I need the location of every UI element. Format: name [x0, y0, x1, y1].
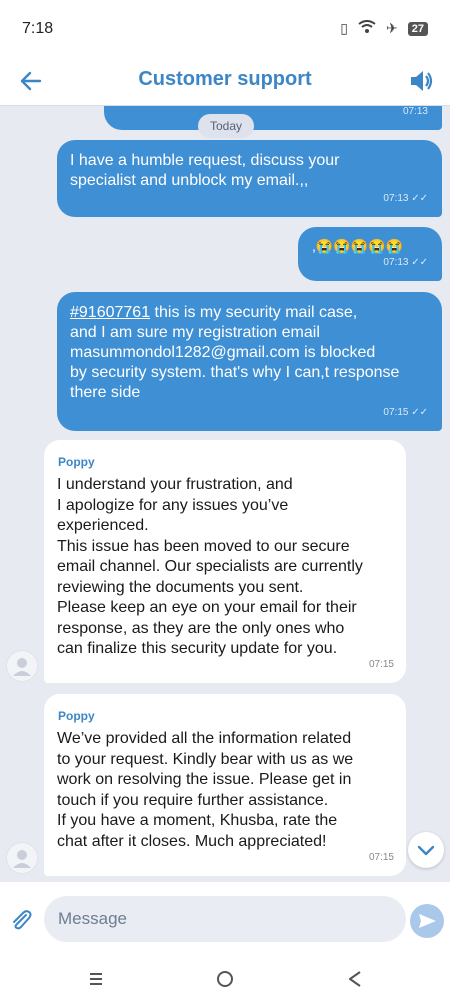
wifi-icon — [358, 20, 376, 37]
system-nav-bar — [0, 958, 450, 1000]
double-check-icon: ✓✓ — [411, 407, 428, 418]
status-time: 7:18 — [22, 20, 54, 37]
app-bar: Customer support — [0, 56, 450, 106]
message-text: #91607761 this is my security mail case,… — [70, 304, 400, 401]
message-text: We’ve provided all the information relat… — [57, 730, 354, 850]
message-time: 07:15 — [368, 658, 394, 670]
message-time: 07:13 — [402, 106, 428, 117]
message-bubble-incoming[interactable]: Poppy I understand your frustration, and… — [44, 440, 406, 683]
send-icon[interactable] — [410, 904, 444, 938]
sender-name: Poppy — [58, 455, 95, 469]
message-time: 07:13 ✓✓ — [383, 257, 428, 268]
message-bubble-incoming[interactable]: Poppy We’ve provided all the information… — [44, 694, 406, 876]
airplane-icon: ✈ — [386, 20, 398, 36]
double-check-icon: ✓✓ — [411, 257, 428, 268]
paperclip-icon[interactable] — [8, 907, 34, 933]
page-title: Customer support — [138, 68, 312, 90]
case-link[interactable]: #91607761 — [70, 304, 150, 321]
speaker-icon[interactable] — [406, 66, 436, 96]
home-icon[interactable] — [212, 966, 238, 992]
message-bubble-outgoing[interactable]: I have a humble request, discuss your sp… — [57, 140, 442, 217]
chat-area[interactable]: 07:13 Today I have a humble request, dis… — [0, 106, 450, 882]
avatar-icon — [6, 842, 38, 874]
sender-name: Poppy — [58, 709, 95, 723]
message-time: 07:13 ✓✓ — [383, 193, 428, 204]
avatar-icon — [6, 650, 38, 682]
message-bubble-outgoing[interactable]: #91607761 this is my security mail case,… — [57, 292, 442, 431]
double-check-icon: ✓✓ — [411, 193, 428, 204]
recents-icon[interactable] — [83, 966, 109, 992]
message-text: I understand your frustration, and I apo… — [57, 476, 363, 657]
date-chip: Today — [198, 114, 255, 138]
back-triangle-icon[interactable] — [342, 966, 368, 992]
status-icons: ▯ ✈ 27 — [340, 20, 428, 37]
message-input[interactable] — [44, 896, 406, 942]
status-bar: 7:18 ▯ ✈ 27 — [0, 0, 450, 56]
message-time: 07:15 ✓✓ — [383, 407, 428, 418]
message-time: 07:15 — [368, 851, 394, 863]
vibrate-icon: ▯ — [340, 20, 349, 36]
composer — [0, 882, 450, 958]
message-bubble-outgoing[interactable]: 07:13 — [104, 106, 442, 130]
chevron-down-icon[interactable] — [408, 832, 444, 868]
message-text: I have a humble request, discuss your sp… — [70, 152, 340, 189]
message-bubble-outgoing[interactable]: ,😭😭😭😭😭 07:13 ✓✓ — [298, 227, 442, 281]
battery-icon: 27 — [407, 21, 428, 36]
